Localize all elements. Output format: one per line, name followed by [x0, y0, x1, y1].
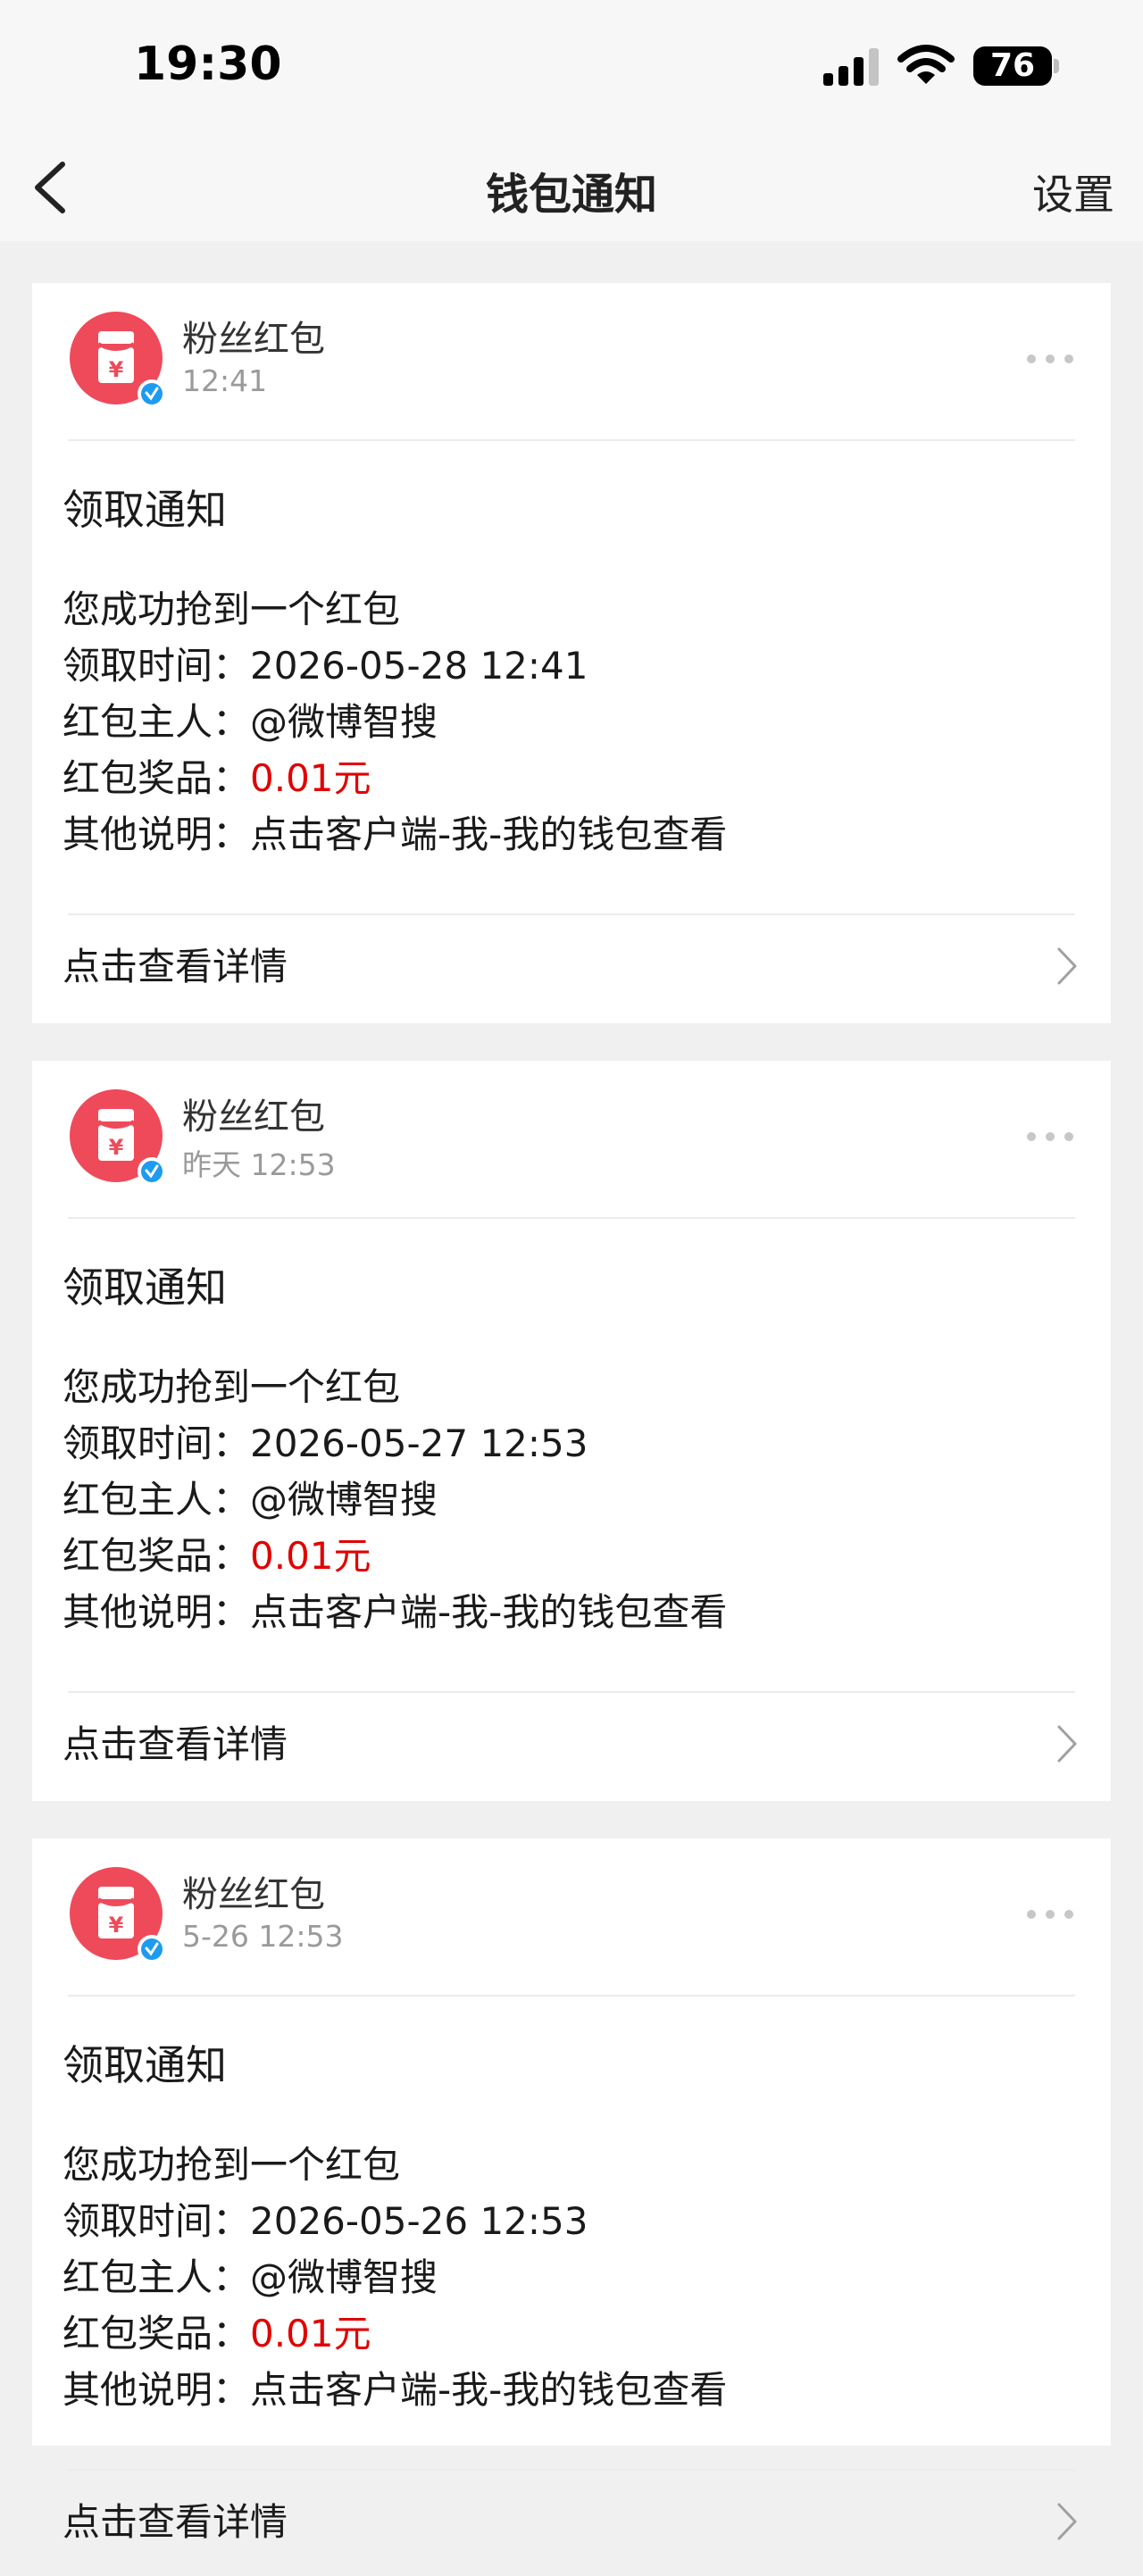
signal-icon: [823, 48, 879, 86]
claim-time-label: 领取时间：: [63, 644, 251, 688]
red-packet-avatar-icon[interactable]: ¥: [68, 310, 173, 415]
prize-value: 0.01元: [250, 1534, 371, 1578]
owner-row: 红包主人：@微博智搜: [63, 694, 727, 750]
notice-line: 您成功抢到一个红包: [63, 2143, 401, 2187]
note-label: 其他说明：: [63, 2368, 251, 2412]
sender-name[interactable]: 粉丝红包: [182, 1088, 325, 1139]
notification-card: ¥ 粉丝红包 5-26 12:53 领取通知 您成功抢到一个红包 领取时间：20…: [32, 1838, 1111, 2544]
prize-row: 红包奖品：0.01元: [63, 2305, 727, 2362]
chevron-right-icon: [1057, 1725, 1077, 1763]
note-label: 其他说明：: [63, 1590, 251, 1634]
svg-text:¥: ¥: [109, 357, 124, 382]
note-label: 其他说明：: [63, 813, 251, 856]
notice-title: 领取通知: [63, 1263, 227, 1312]
notice-body: 您成功抢到一个红包 领取时间：2026-05-26 12:53 红包主人：@微博…: [63, 2137, 727, 2418]
notification-card: ¥ 粉丝红包 12:41 领取通知 您成功抢到一个红包 领取时间：2026-05…: [32, 283, 1111, 1023]
claim-time-value: 2026-05-28 12:41: [250, 644, 588, 688]
note-value: 点击客户端-我-我的钱包查看: [250, 813, 728, 856]
settings-button[interactable]: 设置: [1032, 163, 1114, 221]
more-icon[interactable]: [1025, 1130, 1075, 1143]
claim-time-label: 领取时间：: [63, 2199, 251, 2243]
red-packet-avatar-icon[interactable]: ¥: [68, 1088, 173, 1193]
owner-label: 红包主人：: [63, 700, 251, 744]
notification-time: 昨天 12:53: [182, 1147, 336, 1182]
owner-row: 红包主人：@微博智搜: [63, 2249, 727, 2305]
chevron-right-icon: [1057, 947, 1077, 985]
owner-label: 红包主人：: [63, 1478, 251, 1521]
chevron-right-icon: [1057, 2503, 1077, 2540]
notification-time: 5-26 12:53: [182, 1919, 344, 1954]
notice-body: 您成功抢到一个红包 领取时间：2026-05-27 12:53 红包主人：@微博…: [63, 1359, 727, 1640]
sender-name[interactable]: 粉丝红包: [182, 1865, 325, 1917]
claim-time-value: 2026-05-26 12:53: [250, 2199, 588, 2243]
page-title: 钱包通知: [485, 170, 657, 220]
owner-row: 红包主人：@微博智搜: [63, 1471, 727, 1528]
notice-title: 领取通知: [63, 486, 227, 534]
svg-text:¥: ¥: [109, 1135, 124, 1160]
view-details-link[interactable]: 点击查看详情: [32, 913, 1111, 1021]
more-icon[interactable]: [1025, 353, 1075, 365]
prize-row: 红包奖品：0.01元: [63, 750, 727, 806]
svg-text:¥: ¥: [109, 1913, 124, 1938]
view-details-link[interactable]: 点击查看详情: [32, 1691, 1111, 1798]
owner-label: 红包主人：: [63, 2255, 251, 2299]
divider: [68, 439, 1075, 441]
wifi-icon: [897, 45, 955, 84]
divider: [68, 1217, 1075, 1219]
notice-line: 您成功抢到一个红包: [63, 588, 401, 631]
claim-time-row: 领取时间：2026-05-26 12:53: [63, 2193, 727, 2249]
claim-time-label: 领取时间：: [63, 1421, 251, 1465]
notification-card: ¥ 粉丝红包 昨天 12:53 领取通知 您成功抢到一个红包 领取时间：2026…: [32, 1061, 1111, 1801]
more-icon[interactable]: [1025, 1908, 1075, 1921]
prize-value: 0.01元: [250, 2312, 371, 2355]
nav-bar: 钱包通知 设置: [0, 134, 1143, 241]
prize-label: 红包奖品：: [63, 1534, 251, 1578]
claim-time-row: 领取时间：2026-05-27 12:53: [63, 1415, 727, 1471]
view-details-link[interactable]: 点击查看详情: [32, 2469, 1111, 2576]
prize-label: 红包奖品：: [63, 2312, 251, 2355]
notification-time: 12:41: [182, 363, 268, 398]
battery-icon: 76: [973, 46, 1052, 86]
note-value: 点击客户端-我-我的钱包查看: [250, 2368, 728, 2412]
owner-value: @微博智搜: [250, 2255, 438, 2299]
claim-time-row: 领取时间：2026-05-28 12:41: [63, 638, 727, 694]
view-details-label: 点击查看详情: [63, 945, 288, 988]
notice-title: 领取通知: [63, 2041, 227, 2089]
prize-row: 红包奖品：0.01元: [63, 1528, 727, 1584]
owner-value: @微博智搜: [250, 1478, 438, 1521]
notice-body: 您成功抢到一个红包 领取时间：2026-05-28 12:41 红包主人：@微博…: [63, 581, 727, 863]
owner-value: @微博智搜: [250, 700, 438, 744]
prize-label: 红包奖品：: [63, 756, 251, 800]
prize-value: 0.01元: [250, 756, 371, 800]
view-details-label: 点击查看详情: [63, 2500, 288, 2544]
note-row: 其他说明：点击客户端-我-我的钱包查看: [63, 1584, 727, 1640]
note-row: 其他说明：点击客户端-我-我的钱包查看: [63, 806, 727, 863]
status-time: 19:30: [134, 38, 282, 91]
notice-line: 您成功抢到一个红包: [63, 1365, 401, 1409]
note-value: 点击客户端-我-我的钱包查看: [250, 1590, 728, 1634]
divider: [68, 1995, 1075, 1997]
claim-time-value: 2026-05-27 12:53: [250, 1421, 588, 1465]
sender-name[interactable]: 粉丝红包: [182, 310, 325, 362]
battery-tip: [1054, 59, 1059, 73]
red-packet-avatar-icon[interactable]: ¥: [68, 1865, 173, 1971]
view-details-label: 点击查看详情: [63, 1722, 288, 1766]
status-bar: 19:30 76: [0, 0, 1143, 134]
note-row: 其他说明：点击客户端-我-我的钱包查看: [63, 2362, 727, 2418]
